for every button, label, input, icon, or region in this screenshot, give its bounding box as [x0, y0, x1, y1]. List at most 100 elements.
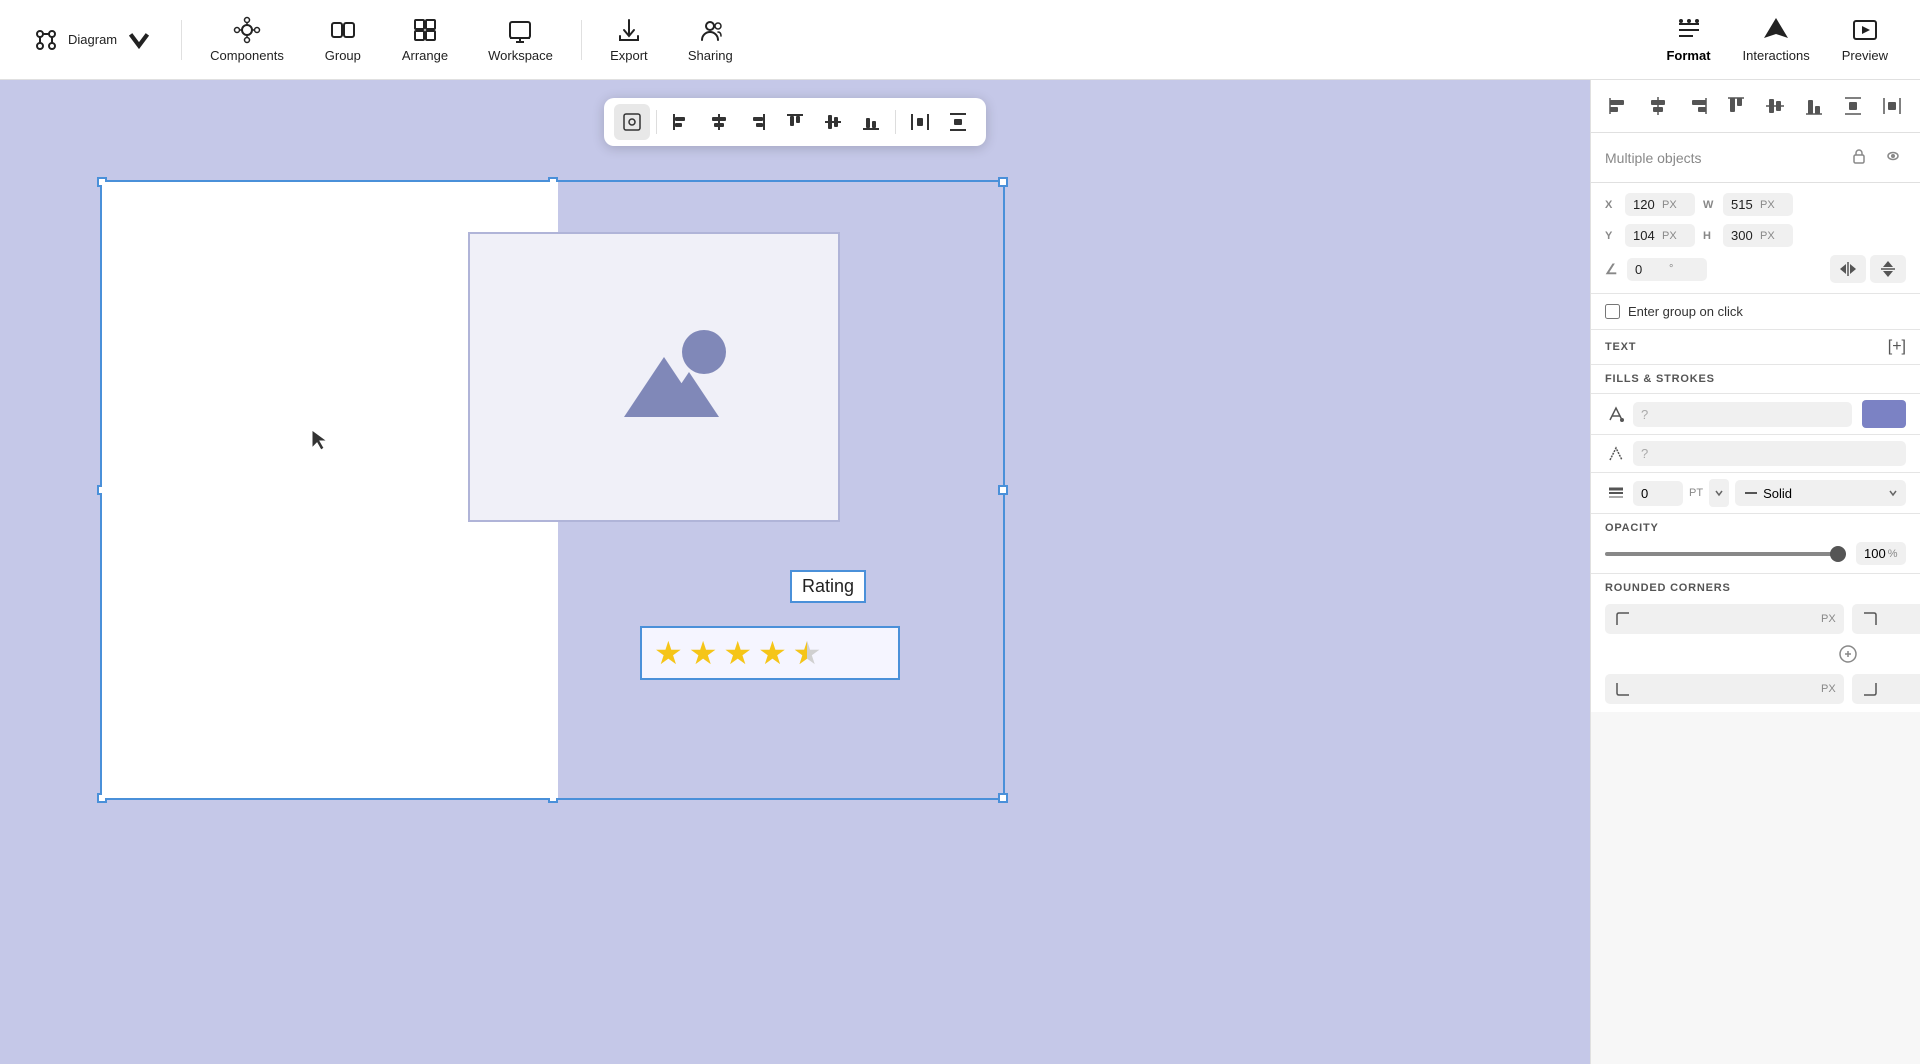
- y-input[interactable]: 104 PX: [1625, 224, 1695, 247]
- opacity-input[interactable]: 100 %: [1856, 542, 1906, 565]
- panel-align-top[interactable]: [1720, 90, 1752, 122]
- stroke-unit-dropdown[interactable]: [1709, 479, 1729, 507]
- x-label: X: [1605, 199, 1619, 211]
- align-toolbar: [604, 98, 986, 146]
- link-corners-btn[interactable]: [1836, 642, 1860, 666]
- toolbar-interactions[interactable]: Interactions: [1727, 10, 1826, 69]
- visibility-button[interactable]: [1880, 143, 1906, 172]
- handle-tr[interactable]: [998, 177, 1008, 187]
- panel-align-center-h[interactable]: [1642, 90, 1674, 122]
- toolbar-export-label: Export: [610, 48, 648, 63]
- stars-container[interactable]: ★ ★ ★ ★ ★★: [640, 626, 900, 680]
- corner-bl-input[interactable]: [1639, 682, 1815, 697]
- stroke-placeholder[interactable]: ?: [1633, 441, 1906, 466]
- right-toolbar: Format Interactions Preview: [1650, 10, 1904, 69]
- toolbar-group[interactable]: Group: [308, 10, 378, 69]
- w-value: 515: [1731, 197, 1756, 212]
- align-middle-btn[interactable]: [815, 104, 851, 140]
- h-value: 300: [1731, 228, 1756, 243]
- main-area: Rating ★ ★ ★ ★ ★★: [0, 80, 1920, 1064]
- toolbar-interactions-label: Interactions: [1743, 48, 1810, 63]
- corner-tr-input[interactable]: [1886, 612, 1920, 627]
- w-unit: PX: [1760, 199, 1785, 211]
- align-top-btn[interactable]: [777, 104, 813, 140]
- corner-br-input[interactable]: [1886, 682, 1920, 697]
- lock-button[interactable]: [1846, 143, 1872, 172]
- fill-placeholder[interactable]: ?: [1633, 402, 1852, 427]
- toolbar-preview-label: Preview: [1842, 48, 1888, 63]
- h-input[interactable]: 300 PX: [1723, 224, 1793, 247]
- align-auto-select[interactable]: [614, 104, 650, 140]
- rotation-input[interactable]: 0 °: [1627, 258, 1707, 281]
- fills-strokes-header: FILLS & STROKES: [1591, 365, 1920, 394]
- align-left-btn[interactable]: [663, 104, 699, 140]
- handle-br[interactable]: [998, 793, 1008, 803]
- panel-align-right[interactable]: [1681, 90, 1713, 122]
- enter-group-label: Enter group on click: [1628, 304, 1743, 319]
- align-bottom-btn[interactable]: [853, 104, 889, 140]
- toolbar-arrange[interactable]: Arrange: [386, 10, 464, 69]
- toolbar-diagram-label: Diagram: [68, 32, 117, 47]
- panel-align-middle-v[interactable]: [1759, 90, 1791, 122]
- opacity-row: 100 %: [1605, 542, 1906, 565]
- fill-row: ?: [1591, 394, 1920, 435]
- opacity-slider[interactable]: [1605, 552, 1846, 556]
- panel-distribute-h[interactable]: [1876, 90, 1908, 122]
- corner-br[interactable]: PX: [1852, 674, 1920, 704]
- stroke-width-input[interactable]: 0: [1633, 481, 1683, 506]
- toolbar-preview[interactable]: Preview: [1826, 10, 1904, 69]
- stroke-style-dropdown[interactable]: Solid: [1735, 480, 1906, 506]
- y-unit: PX: [1662, 230, 1687, 242]
- toolbar-components[interactable]: Components: [194, 10, 300, 69]
- corner-tl[interactable]: PX: [1605, 604, 1844, 634]
- h-unit: PX: [1760, 230, 1785, 242]
- corner-tl-input[interactable]: [1639, 612, 1815, 627]
- rotation-unit: °: [1669, 263, 1699, 275]
- corner-tr[interactable]: PX: [1852, 604, 1920, 634]
- canvas[interactable]: Rating ★ ★ ★ ★ ★★: [0, 80, 1590, 1064]
- w-label: W: [1703, 199, 1717, 211]
- main-toolbar: Diagram Components Group: [0, 0, 1920, 80]
- enter-group-checkbox[interactable]: [1605, 304, 1620, 319]
- distribute-v-btn[interactable]: [940, 104, 976, 140]
- x-input[interactable]: 120 PX: [1625, 193, 1695, 216]
- align-center-h-btn[interactable]: [701, 104, 737, 140]
- flip-buttons: [1830, 255, 1906, 283]
- toolbar-format-label: Format: [1666, 48, 1710, 63]
- align-sep-2: [895, 110, 896, 134]
- rounded-title: ROUNDED CORNERS: [1605, 582, 1906, 594]
- toolbar-separator-1: [181, 20, 182, 60]
- multiple-objects-row: Multiple objects: [1591, 133, 1920, 183]
- panel-align-bottom[interactable]: [1798, 90, 1830, 122]
- flip-vertical-btn[interactable]: [1870, 255, 1906, 283]
- toolbar-sharing-label: Sharing: [688, 48, 733, 63]
- toolbar-export[interactable]: Export: [594, 10, 664, 69]
- star-2: ★: [689, 634, 718, 672]
- right-panel: Multiple objects: [1590, 80, 1920, 1064]
- text-add-btn[interactable]: [+]: [1888, 338, 1906, 356]
- y-label: Y: [1605, 230, 1619, 242]
- toolbar-format[interactable]: Format: [1650, 10, 1726, 69]
- y-value: 104: [1633, 228, 1658, 243]
- stroke-value: 0: [1641, 486, 1648, 501]
- handle-mr[interactable]: [998, 485, 1008, 495]
- panel-align-left[interactable]: [1603, 90, 1635, 122]
- opacity-value: 100: [1864, 546, 1886, 561]
- corner-bl[interactable]: PX: [1605, 674, 1844, 704]
- x-value: 120: [1633, 197, 1658, 212]
- panel-align-row: [1591, 80, 1920, 133]
- image-card[interactable]: [468, 232, 840, 522]
- align-right-btn[interactable]: [739, 104, 775, 140]
- distribute-h-btn[interactable]: [902, 104, 938, 140]
- image-placeholder-icon: [564, 307, 744, 447]
- panel-distribute-v[interactable]: [1837, 90, 1869, 122]
- text-section-header: TEXT [+]: [1591, 330, 1920, 365]
- toolbar-sharing[interactable]: Sharing: [672, 10, 749, 69]
- toolbar-diagram[interactable]: Diagram: [16, 20, 169, 60]
- star-3: ★: [723, 634, 752, 672]
- toolbar-workspace[interactable]: Workspace: [472, 10, 569, 69]
- rating-label[interactable]: Rating: [790, 570, 866, 603]
- flip-horizontal-btn[interactable]: [1830, 255, 1866, 283]
- fill-color-swatch[interactable]: [1862, 400, 1906, 428]
- w-input[interactable]: 515 PX: [1723, 193, 1793, 216]
